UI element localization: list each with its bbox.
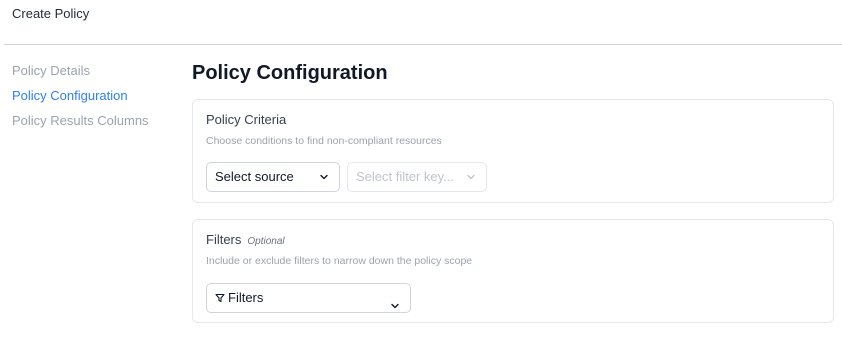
filters-title: Filters [206,232,242,247]
sidebar-item-policy-results-columns[interactable]: Policy Results Columns [12,112,182,137]
optional-label: Optional [247,236,285,247]
filters-card: Filters Optional Include or exclude filte… [192,219,834,323]
select-source-dropdown[interactable]: Select source [206,162,340,192]
window-title: Create Policy [12,6,90,21]
select-filter-key-dropdown: Select filter key... [347,162,487,192]
top-bar: Create Policy [0,0,842,46]
chevron-down-icon [466,172,476,182]
page-title: Policy Configuration [192,62,388,84]
policy-criteria-subtitle: Choose conditions to find non-compliant … [206,135,442,147]
filters-subtitle: Include or exclude filters to narrow dow… [206,255,473,267]
filters-title-row: Filters Optional [206,232,285,247]
filters-button-label: Filters [228,290,264,305]
main-content: Policy Configuration Policy Criteria Cho… [192,58,834,323]
funnel-icon [215,285,225,303]
policy-criteria-title: Policy Criteria [206,112,287,127]
sidebar-item-policy-configuration[interactable]: Policy Configuration [12,87,182,112]
select-source-label: Select source [215,169,294,184]
policy-criteria-card: Policy Criteria Choose conditions to fin… [192,99,834,203]
sidebar-nav: Policy Details Policy Configuration Poli… [12,62,182,137]
header-divider [4,44,842,45]
filters-button[interactable]: Filters [206,283,411,313]
chevron-down-icon [319,172,329,182]
chevron-down-icon [390,293,400,309]
select-filter-key-placeholder: Select filter key... [356,169,455,184]
sidebar-item-policy-details[interactable]: Policy Details [12,62,182,87]
